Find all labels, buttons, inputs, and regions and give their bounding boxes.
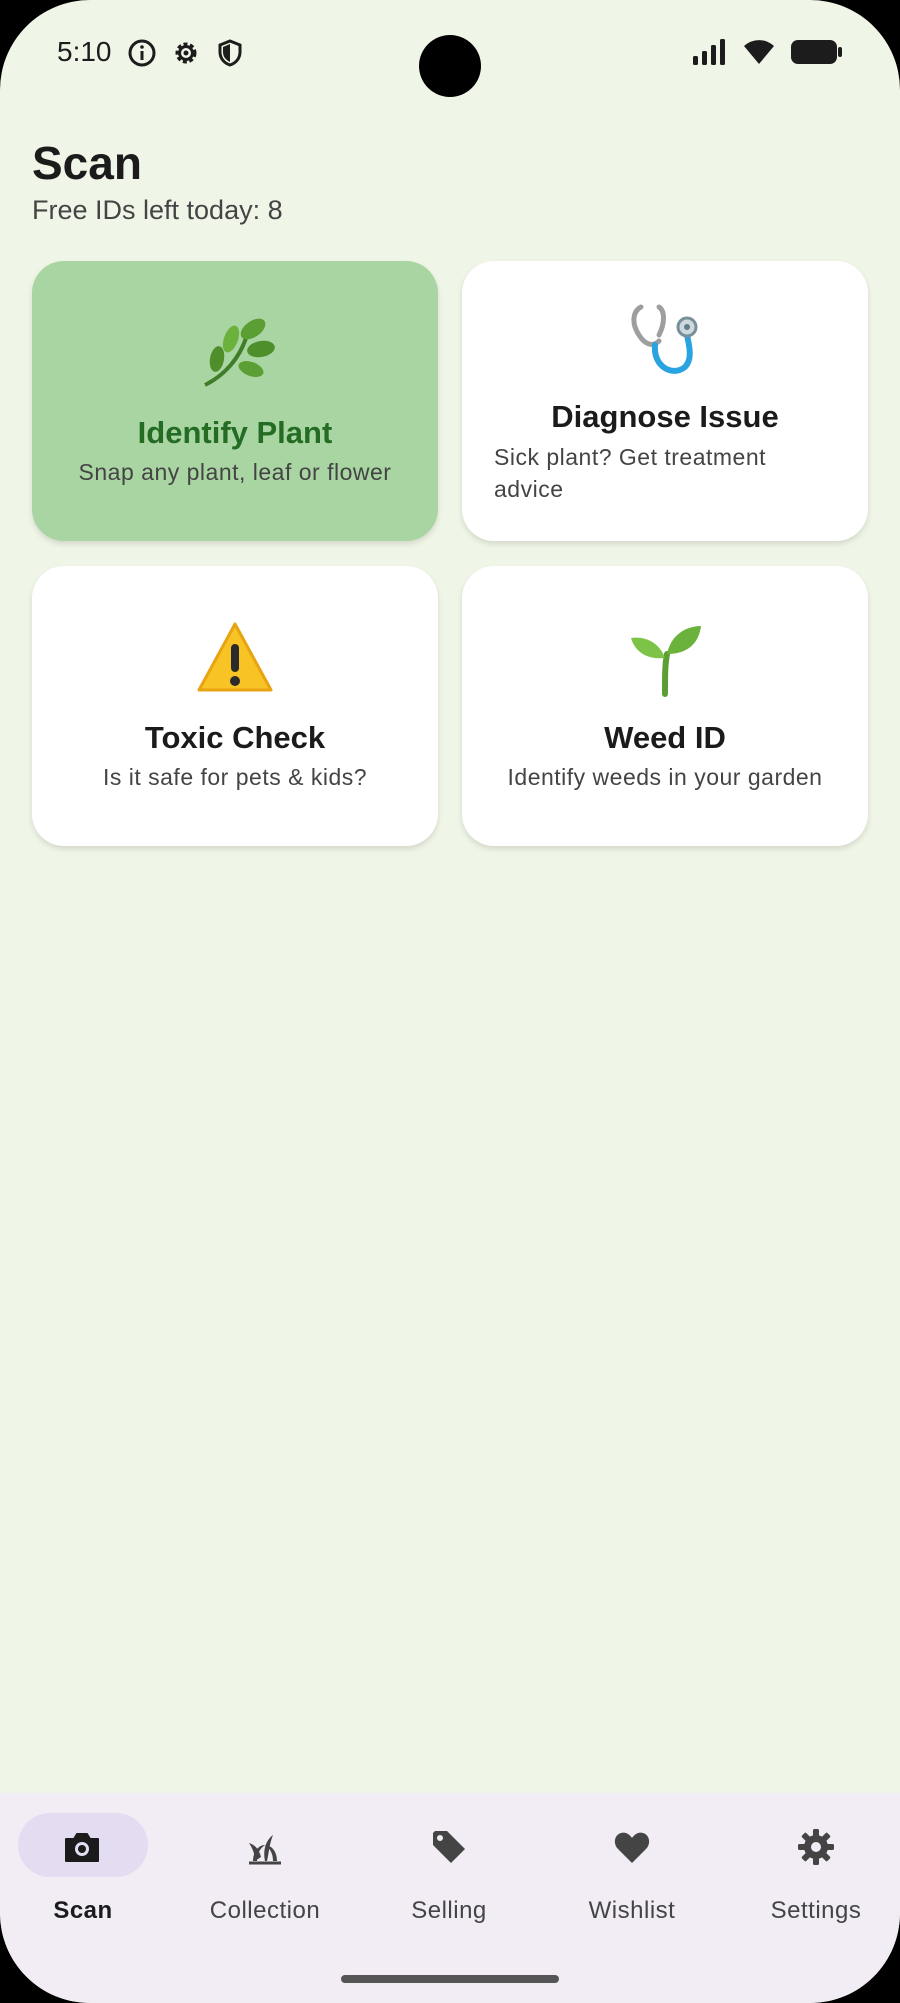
warning-icon (32, 618, 438, 698)
gear-icon (798, 1829, 834, 1865)
card-title: Identify Plant (137, 415, 333, 450)
toxic-check-card[interactable]: Toxic Check Is it safe for pets & kids? (32, 566, 438, 846)
free-ids-counter: Free IDs left today: 8 (32, 195, 283, 225)
nav-item-scan[interactable]: Scan (18, 1813, 168, 1933)
identify-plant-card[interactable]: Identify Plant Snap any plant, leaf or f… (32, 261, 438, 541)
card-description: Snap any plant, leaf or flower (78, 459, 392, 485)
camera-icon (65, 1833, 99, 1862)
nav-item-collection[interactable]: Collection (190, 1813, 340, 1933)
card-description: Sick plant? Get treatment advice (494, 444, 767, 502)
card-title: Toxic Check (144, 720, 326, 755)
weed-id-card[interactable]: Weed ID Identify weeds in your garden (462, 566, 868, 846)
bottom-navigation: Scan Collection Selling Wishlist Setting… (0, 1793, 900, 2003)
seedling-icon (462, 618, 868, 698)
wifi-icon (744, 40, 774, 64)
herb-icon (32, 313, 438, 393)
battery-icon (791, 40, 842, 64)
settings-status-icon (175, 42, 197, 64)
status-right-icons (692, 38, 844, 66)
nav-label: Scan (53, 1897, 113, 1924)
diagnose-issue-card[interactable]: Diagnose Issue Sick plant? Get treatment… (462, 261, 868, 541)
page-title: Scan (32, 137, 142, 189)
app-screen: 5:10 Scan Free IDs left today: 8 Identif… (0, 0, 900, 2003)
home-indicator[interactable] (341, 1975, 559, 1983)
tag-icon (433, 1831, 465, 1863)
nav-label: Selling (411, 1897, 487, 1924)
card-description: Identify weeds in your garden (507, 764, 823, 790)
heart-icon (614, 1832, 650, 1863)
nav-item-selling[interactable]: Selling (374, 1813, 524, 1933)
front-camera (419, 35, 481, 97)
status-bar: 5:10 (0, 0, 900, 110)
card-title: Diagnose Issue (551, 399, 779, 434)
nav-label: Settings (770, 1897, 862, 1924)
nav-item-settings[interactable]: Settings (741, 1813, 891, 1933)
card-description: Is it safe for pets & kids? (102, 764, 368, 790)
nav-label: Wishlist (588, 1897, 676, 1924)
info-icon (128, 39, 156, 67)
card-title: Weed ID (604, 720, 726, 755)
shield-icon (218, 39, 242, 67)
stethoscope-icon (462, 301, 868, 381)
plant-collection-icon (249, 1835, 281, 1865)
signal-icon (693, 39, 725, 65)
nav-item-wishlist[interactable]: Wishlist (557, 1813, 707, 1933)
nav-label: Collection (209, 1897, 321, 1924)
status-time: 5:10 (57, 36, 112, 67)
